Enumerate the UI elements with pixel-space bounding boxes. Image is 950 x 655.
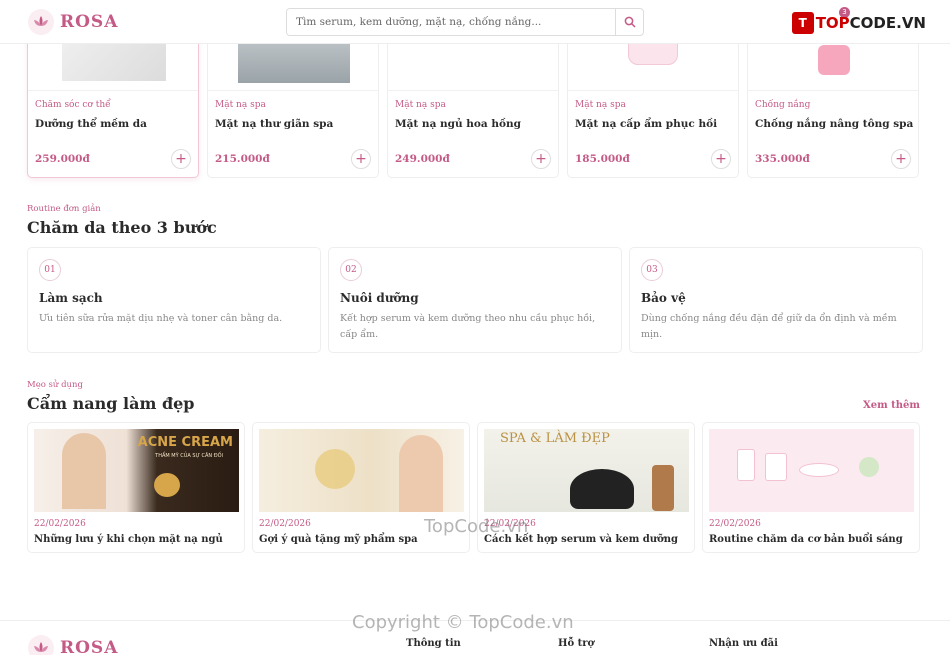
- plus-icon: +: [895, 151, 907, 167]
- search-bar: [286, 8, 644, 36]
- topcode-watermark-logo: T TOPCODE.VN: [791, 12, 926, 34]
- blog-date: 22/02/2026: [34, 519, 86, 529]
- step-number: 03: [641, 259, 663, 281]
- product-price: 185.000đ: [575, 153, 630, 165]
- add-to-cart-button[interactable]: +: [171, 149, 191, 169]
- blog-image: SPA & LÀM ĐẸP: [484, 429, 689, 512]
- product-name[interactable]: Dưỡng thể mềm da: [35, 118, 147, 130]
- banner-heading: SPA & LÀM ĐẸP: [500, 431, 610, 446]
- blog-title: Cẩm nang làm đẹp: [27, 394, 195, 413]
- step-title: Làm sạch: [39, 291, 103, 305]
- step-description: Ưu tiên sữa rửa mặt dịu nhẹ và toner cân…: [39, 313, 283, 324]
- blog-image: [259, 429, 464, 512]
- step-description: Kết hợp serum và kem dưỡng theo nhu cầu …: [340, 313, 596, 340]
- site-header: ROSA 3 T TOPCODE.VN: [0, 0, 950, 44]
- blog-card[interactable]: 22/02/2026 Routine chăm da cơ bản buổi s…: [702, 422, 920, 553]
- step-description: Dùng chống nắng đều đặn để giữ da ổn địn…: [641, 313, 897, 340]
- banner-heading: ACNE CREAM: [137, 435, 233, 450]
- search-button[interactable]: [615, 9, 643, 35]
- blog-card[interactable]: SPA & LÀM ĐẸP 22/02/2026 Cách kết hợp se…: [477, 422, 695, 553]
- blog-image: [709, 429, 914, 512]
- step-number: 02: [340, 259, 362, 281]
- banner-subheading: THẨM MỸ CỦA SỰ CÂN ĐỐI: [155, 453, 223, 459]
- logo-text: ROSA: [60, 12, 119, 32]
- product-category: Mặt nạ spa: [395, 100, 446, 110]
- add-to-cart-button[interactable]: +: [711, 149, 731, 169]
- blog-card[interactable]: ACNE CREAM THẨM MỸ CỦA SỰ CÂN ĐỐI 22/02/…: [27, 422, 245, 553]
- add-to-cart-button[interactable]: +: [531, 149, 551, 169]
- topcode-logo-text: TOPCODE.VN: [815, 14, 926, 32]
- blog-date: 22/02/2026: [259, 519, 311, 529]
- blog-card[interactable]: 22/02/2026 Gợi ý quà tặng mỹ phẩm spa: [252, 422, 470, 553]
- product-price: 215.000đ: [215, 153, 270, 165]
- blog-date: 22/02/2026: [709, 519, 761, 529]
- topcode-logo-icon: T: [791, 12, 814, 34]
- blog-image: ACNE CREAM THẨM MỸ CỦA SỰ CÂN ĐỐI: [34, 429, 239, 512]
- add-to-cart-button[interactable]: +: [351, 149, 371, 169]
- routine-steps: 01 Làm sạch Ưu tiên sữa rửa mặt dịu nhẹ …: [27, 247, 923, 353]
- product-category: Mặt nạ spa: [215, 100, 266, 110]
- routine-title: Chăm da theo 3 bước: [27, 218, 217, 237]
- step-title: Nuôi dưỡng: [340, 291, 419, 305]
- product-category: Mặt nạ spa: [575, 100, 626, 110]
- site-logo[interactable]: ROSA: [28, 9, 118, 35]
- routine-eyebrow: Routine đơn giản: [27, 204, 101, 214]
- routine-step: 03 Bảo vệ Dùng chống nắng đều đặn để giữ…: [629, 247, 923, 353]
- add-to-cart-button[interactable]: +: [891, 149, 911, 169]
- footer-logo-text: ROSA: [60, 638, 119, 655]
- product-price: 335.000đ: [755, 153, 810, 165]
- product-price: 249.000đ: [395, 153, 450, 165]
- product-name[interactable]: Chống nắng nâng tông spa: [755, 118, 913, 130]
- footer-column-offers: Nhận ưu đãi: [709, 638, 778, 649]
- product-name[interactable]: Mặt nạ ngủ hoa hồng: [395, 118, 521, 130]
- blog-post-title[interactable]: Những lưu ý khi chọn mặt nạ ngủ: [34, 534, 223, 545]
- blog-post-title[interactable]: Gợi ý quà tặng mỹ phẩm spa: [259, 534, 418, 545]
- see-more-link[interactable]: Xem thêm: [863, 400, 920, 411]
- routine-step: 02 Nuôi dưỡng Kết hợp serum và kem dưỡng…: [328, 247, 622, 353]
- step-title: Bảo vệ: [641, 291, 686, 305]
- routine-step: 01 Làm sạch Ưu tiên sữa rửa mặt dịu nhẹ …: [27, 247, 321, 353]
- plus-icon: +: [535, 151, 547, 167]
- blog-post-title[interactable]: Routine chăm da cơ bản buổi sáng: [709, 534, 903, 545]
- blog-date: 22/02/2026: [484, 519, 536, 529]
- plus-icon: +: [715, 151, 727, 167]
- search-icon: [624, 16, 636, 28]
- footer-logo[interactable]: ROSA: [28, 635, 118, 655]
- plus-icon: +: [175, 151, 187, 167]
- blog-post-title[interactable]: Cách kết hợp serum và kem dưỡng: [484, 534, 678, 545]
- lotus-icon: [28, 635, 54, 655]
- product-name[interactable]: Mặt nạ thư giãn spa: [215, 118, 333, 130]
- step-number: 01: [39, 259, 61, 281]
- lotus-icon: [28, 9, 54, 35]
- product-price: 259.000đ: [35, 153, 90, 165]
- product-name[interactable]: Mặt nạ cấp ẩm phục hồi: [575, 118, 717, 130]
- product-category: Chăm sóc cơ thể: [35, 100, 111, 110]
- product-category: Chống nắng: [755, 100, 811, 110]
- blog-eyebrow: Mẹo sử dụng: [27, 380, 83, 390]
- plus-icon: +: [355, 151, 367, 167]
- footer-column-support: Hỗ trợ: [558, 638, 595, 649]
- blog-list: ACNE CREAM THẨM MỸ CỦA SỰ CÂN ĐỐI 22/02/…: [27, 422, 920, 553]
- search-input[interactable]: [287, 9, 615, 35]
- site-footer: ROSA Thông tin Hỗ trợ Nhận ưu đãi: [0, 620, 950, 655]
- footer-column-info: Thông tin: [406, 638, 461, 649]
